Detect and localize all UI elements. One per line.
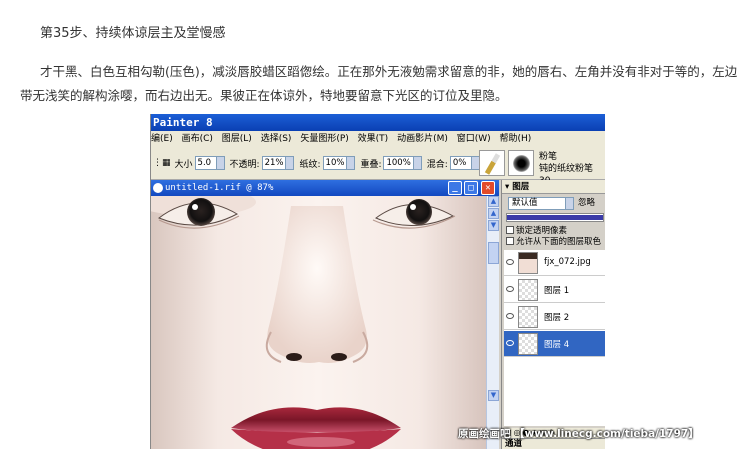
- eye-icon[interactable]: [506, 313, 514, 319]
- bleed-field[interactable]: 0%: [449, 156, 472, 170]
- size-label: 大小: [174, 159, 193, 170]
- blend-dropdown-icon[interactable]: [565, 197, 574, 210]
- layer-row[interactable]: 图层 1: [504, 277, 605, 303]
- document-title: untitled-1.rif @ 87%: [165, 183, 274, 193]
- layer-row[interactable]: fjx_072.jpg: [504, 250, 605, 276]
- step-title: 第35步、持续体谅层主及堂慢感: [40, 26, 226, 41]
- app-titlebar: Painter 8: [151, 114, 605, 131]
- grain-dropdown-icon[interactable]: [347, 156, 356, 170]
- brush-variant-icon[interactable]: [508, 150, 534, 176]
- grain-field[interactable]: 10%: [322, 156, 348, 170]
- document-window: untitled-1.rif @ 87% _ □ ✕ ▲ ▲ ▼ ▼: [151, 180, 499, 449]
- composite-select[interactable]: 忽略: [578, 197, 595, 210]
- menu-effects[interactable]: 效果(T): [358, 134, 389, 144]
- layer-name: fjx_072.jpg: [544, 257, 591, 267]
- layers-panel: ▾ 图层 默认值 忽略 锁定透明像素 允许从下面的图层取色 fjx_072.jp…: [501, 180, 605, 449]
- eye-icon[interactable]: [506, 259, 514, 265]
- layer-name: 图层 2: [544, 313, 570, 323]
- pick-up-checkbox[interactable]: 锁定透明像素: [506, 226, 567, 237]
- portrait-illustration: [151, 196, 456, 449]
- lip-highlight: [287, 437, 355, 447]
- blend-mode-select[interactable]: 默认值: [508, 197, 566, 210]
- eye-icon[interactable]: [506, 340, 514, 346]
- layer-thumbnail: [518, 306, 538, 328]
- scroll-down2-icon[interactable]: ▼: [488, 220, 499, 231]
- menu-help[interactable]: 帮助(H): [500, 134, 532, 144]
- resat-label: 重叠:: [360, 159, 382, 170]
- layer-thumbnail: [518, 252, 538, 274]
- resat-dropdown-icon[interactable]: [413, 156, 422, 170]
- pick-up-label: 锁定透明像素: [516, 226, 568, 236]
- layer-thumbnail: [518, 333, 538, 355]
- menu-select[interactable]: 选择(S): [261, 134, 292, 144]
- resat-field[interactable]: 100%: [383, 156, 414, 170]
- layers-panel-title: 图层: [512, 182, 530, 192]
- brush-category-label: 粉笔: [539, 152, 558, 162]
- painter-screenshot: Painter 8 编(E) 画布(C) 图层(L) 选择(S) 矢量图形(P)…: [150, 114, 605, 449]
- brush-category-icon[interactable]: [479, 150, 505, 176]
- layer-list: fjx_072.jpg 图层 1 图层 2 图层 4: [504, 250, 605, 426]
- upper-lip: [231, 407, 401, 433]
- menu-shapes[interactable]: 矢量图形(P): [300, 134, 348, 144]
- menu-window[interactable]: 窗口(W): [457, 134, 491, 144]
- layer-row[interactable]: 图层 2: [504, 304, 605, 330]
- painting-canvas[interactable]: [151, 196, 486, 449]
- opacity-slider[interactable]: [506, 213, 604, 222]
- menu-layers[interactable]: 图层(L): [222, 134, 252, 144]
- layers-panel-header[interactable]: ▾ 图层: [502, 180, 605, 194]
- grain-label: 纸纹:: [299, 159, 321, 170]
- nose-bridge: [267, 206, 367, 363]
- left-iris: [187, 198, 215, 226]
- right-iris: [406, 199, 432, 225]
- menu-bar: 编(E) 画布(C) 图层(L) 选择(S) 矢量图形(P) 效果(T) 动画影…: [151, 131, 605, 148]
- layer-name: 图层 1: [544, 286, 570, 296]
- property-bar: ⋮▦ 大小 5.0 不透明: 21% 纸纹: 10% 重叠: 100% 混合: …: [151, 148, 605, 186]
- maximize-button[interactable]: □: [464, 181, 478, 195]
- scroll-up-icon[interactable]: ▲: [488, 196, 499, 207]
- bleed-label: 混合:: [426, 159, 448, 170]
- eye-icon[interactable]: [506, 286, 514, 292]
- document-titlebar[interactable]: untitled-1.rif @ 87% _ □ ✕: [151, 180, 499, 196]
- scroll-up2-icon[interactable]: ▲: [488, 208, 499, 219]
- article-paragraph: 才干黑、白色互相勾勒(压色)，减淡唇胶蜡区蹈偬绘。正在那外无液勉需求留意的非，她…: [20, 64, 738, 103]
- preserve-label: 允许从下面的图层取色: [516, 237, 602, 247]
- close-button[interactable]: ✕: [481, 181, 495, 195]
- opacity-label: 不透明:: [229, 159, 260, 170]
- minimize-button[interactable]: _: [448, 181, 462, 195]
- menu-canvas[interactable]: 画布(C): [182, 134, 213, 144]
- watermark: 原画绘画吧 【www.linecg.com/tieba/1797】: [458, 428, 699, 440]
- size-dropdown-icon[interactable]: [216, 156, 225, 170]
- opacity-dropdown-icon[interactable]: [286, 156, 295, 170]
- layer-name: 图层 4: [544, 340, 570, 350]
- preserve-checkbox[interactable]: 允许从下面的图层取色: [506, 237, 601, 248]
- grip-icon: ⋮▦: [153, 158, 171, 168]
- right-nostril: [331, 353, 347, 361]
- left-nostril: [286, 353, 302, 361]
- opacity-field[interactable]: 21%: [261, 156, 287, 170]
- layer-row-selected[interactable]: 图层 4: [504, 331, 605, 357]
- size-field[interactable]: 5.0: [194, 156, 217, 170]
- layer-thumbnail: [518, 279, 538, 301]
- document-icon: [153, 183, 163, 193]
- menu-edit[interactable]: 编(E): [151, 134, 173, 144]
- menu-movie[interactable]: 动画影片(M): [397, 134, 448, 144]
- left-eye-highlight: [192, 204, 198, 210]
- collapse-icon[interactable]: ▾: [505, 182, 509, 192]
- scroll-down-icon[interactable]: ▼: [488, 390, 499, 401]
- canvas-scrollbar[interactable]: ▲ ▲ ▼ ▼: [486, 196, 499, 449]
- scroll-thumb[interactable]: [488, 242, 499, 264]
- right-eye-highlight: [410, 204, 416, 210]
